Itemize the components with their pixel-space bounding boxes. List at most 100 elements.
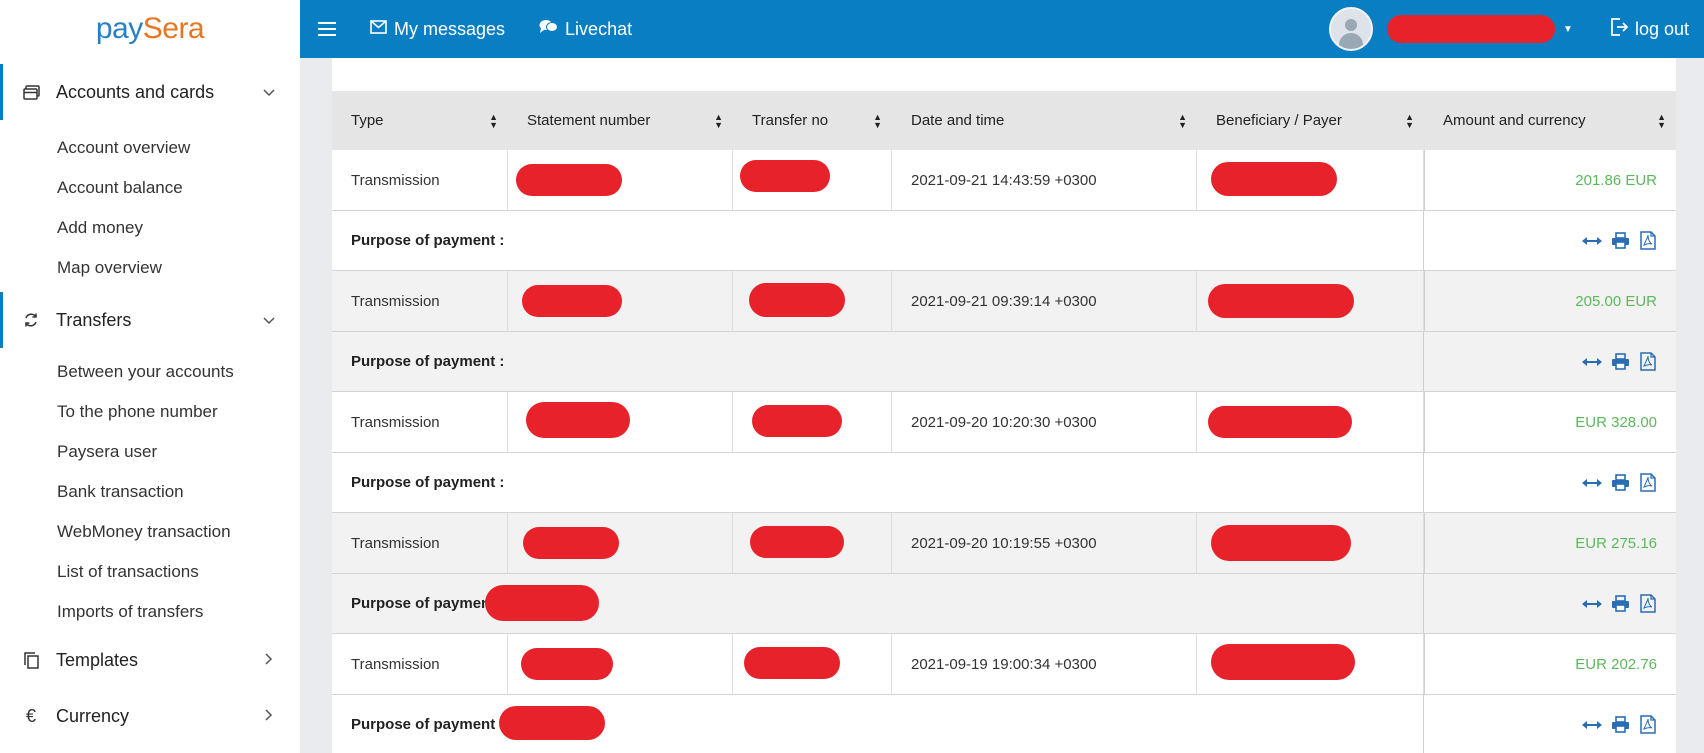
- my-messages-link[interactable]: My messages: [370, 19, 505, 40]
- sidebar-section-templates[interactable]: Templates: [0, 632, 300, 688]
- chevron-right-icon: [256, 652, 282, 668]
- sort-icon: ▲ ▼: [873, 111, 882, 130]
- expand-arrows-icon[interactable]: [1582, 715, 1602, 735]
- redaction: [1211, 525, 1351, 561]
- cards-icon: [22, 83, 40, 101]
- pdf-icon[interactable]: [1638, 473, 1658, 493]
- livechat-label: Livechat: [565, 18, 633, 39]
- column-header-type[interactable]: Type ▲ ▼: [332, 91, 508, 150]
- print-icon[interactable]: [1610, 231, 1630, 251]
- sidebar-item-account-overview[interactable]: Account overview: [0, 128, 300, 168]
- pdf-icon[interactable]: [1638, 715, 1658, 735]
- sidebar-item-imports-of-transfers[interactable]: Imports of transfers: [0, 592, 300, 632]
- chevron-down-icon: [256, 84, 282, 100]
- print-icon[interactable]: [1610, 715, 1630, 735]
- cell-amount: 205.00 EUR: [1424, 271, 1676, 331]
- livechat-link[interactable]: Livechat: [539, 19, 632, 40]
- transactions-table: Type ▲ ▼ Statement number ▲ ▼ Transfer no ▲ ▼ …: [332, 91, 1676, 753]
- sidebar-item-webmoney-transaction[interactable]: WebMoney transaction: [0, 512, 300, 552]
- logo-text-left: pay: [95, 12, 143, 45]
- purpose-row: Purpose of payment :: [332, 211, 1676, 271]
- print-icon[interactable]: [1610, 352, 1630, 372]
- cell-datetime: 2021-09-20 10:20:30 +0300: [892, 392, 1197, 452]
- purpose-row: Purpose of payment :: [332, 332, 1676, 392]
- paysera-logo[interactable]: pay Sera: [0, 0, 300, 58]
- hamburger-menu-icon[interactable]: [318, 22, 336, 36]
- username-redacted[interactable]: [1387, 15, 1556, 43]
- sidebar-item-between-your-accounts[interactable]: Between your accounts: [0, 352, 300, 392]
- column-header-date-and-time[interactable]: Date and time ▲ ▼: [892, 91, 1197, 150]
- sidebar-section-label: Accounts and cards: [56, 81, 215, 102]
- cell-amount: EUR 275.16: [1424, 513, 1676, 573]
- sidebar-section-currency[interactable]: € Currency: [0, 688, 300, 744]
- cell-transfer-no: [733, 150, 892, 210]
- caret-down-icon[interactable]: ▼: [1563, 24, 1573, 35]
- table-row[interactable]: Transmission 2021-09-20 10:19:55 +0300 E…: [332, 513, 1676, 574]
- cell-amount: EUR 328.00: [1424, 392, 1676, 452]
- column-header-transfer-no[interactable]: Transfer no ▲ ▼: [733, 91, 892, 150]
- euro-icon: €: [25, 705, 36, 726]
- table-row[interactable]: Transmission 2021-09-20 10:20:30 +0300 E…: [332, 392, 1676, 453]
- logout-link[interactable]: log out: [1611, 17, 1689, 41]
- cell-type: Transmission: [332, 271, 508, 331]
- sidebar-item-account-balance[interactable]: Account balance: [0, 168, 300, 208]
- user-avatar[interactable]: [1329, 7, 1374, 51]
- sidebar-item-bank-transaction[interactable]: Bank transaction: [0, 472, 300, 512]
- cell-beneficiary: [1197, 271, 1424, 331]
- purpose-label: Purpose of payment :: [351, 716, 505, 733]
- cell-datetime: 2021-09-21 09:39:14 +0300: [892, 271, 1197, 331]
- sidebar: pay Sera Accounts and cards Account overv…: [0, 0, 300, 753]
- table-row[interactable]: Transmission 2021-09-19 19:00:34 +0300 E…: [332, 634, 1676, 695]
- cell-type: Transmission: [332, 513, 508, 573]
- redaction: [499, 706, 605, 740]
- refresh-arrows-icon: [22, 311, 40, 329]
- cell-type: Transmission: [332, 392, 508, 452]
- cell-statement-number: [508, 634, 733, 694]
- print-icon[interactable]: [1610, 473, 1630, 493]
- cell-statement-number: [508, 513, 733, 573]
- table-row[interactable]: Transmission 2021-09-21 09:39:14 +0300 2…: [332, 271, 1676, 332]
- sidebar-item-add-money[interactable]: Add money: [0, 208, 300, 248]
- redaction: [750, 526, 844, 558]
- sort-icon: ▲ ▼: [714, 111, 723, 130]
- column-header-statement-number[interactable]: Statement number ▲ ▼: [508, 91, 733, 150]
- redaction: [522, 285, 622, 317]
- sort-icon: ▲ ▼: [1178, 111, 1187, 130]
- expand-arrows-icon[interactable]: [1582, 594, 1602, 614]
- sort-icon: ▲ ▼: [489, 111, 498, 130]
- pdf-icon[interactable]: [1638, 352, 1658, 372]
- logout-label: log out: [1634, 18, 1689, 39]
- sidebar-section-label: Templates: [56, 649, 139, 670]
- pdf-icon[interactable]: [1638, 594, 1658, 614]
- sidebar-section-accounts-and-cards[interactable]: Accounts and cards: [0, 64, 300, 120]
- my-messages-label: My messages: [394, 18, 506, 39]
- purpose-label: Purpose of payment :: [351, 232, 505, 249]
- logo-text-right: Sera: [142, 12, 205, 45]
- chevron-down-icon: [256, 312, 282, 328]
- expand-arrows-icon[interactable]: [1582, 352, 1602, 372]
- purpose-row: Purpose of payment :: [332, 695, 1676, 753]
- topbar: My messages Livechat ▼ log out: [300, 0, 1704, 58]
- redaction: [526, 402, 630, 438]
- expand-arrows-icon[interactable]: [1582, 473, 1602, 493]
- pdf-icon[interactable]: [1638, 231, 1658, 251]
- redaction: [521, 648, 613, 680]
- sidebar-item-paysera-user[interactable]: Paysera user: [0, 432, 300, 472]
- table-row[interactable]: Transmission 2021-09-21 14:43:59 +0300 2…: [332, 150, 1676, 211]
- cell-datetime: 2021-09-21 14:43:59 +0300: [892, 150, 1197, 210]
- cell-beneficiary: [1197, 150, 1424, 210]
- print-icon[interactable]: [1610, 594, 1630, 614]
- redaction: [1208, 406, 1352, 438]
- sidebar-section-transfers[interactable]: Transfers: [0, 292, 300, 348]
- sidebar-item-to-the-phone-number[interactable]: To the phone number: [0, 392, 300, 432]
- purpose-label: Purpose of payment: [351, 595, 496, 612]
- column-header-beneficiary-payer[interactable]: Beneficiary / Payer ▲ ▼: [1197, 91, 1424, 150]
- expand-arrows-icon[interactable]: [1582, 231, 1602, 251]
- sign-out-icon: [1611, 17, 1629, 41]
- sidebar-item-map-overview[interactable]: Map overview: [0, 248, 300, 288]
- cell-amount: 201.86 EUR: [1424, 150, 1676, 210]
- cell-beneficiary: [1197, 513, 1424, 573]
- column-header-amount-and-currency[interactable]: Amount and currency ▲ ▼: [1424, 91, 1676, 150]
- sidebar-item-list-of-transactions[interactable]: List of transactions: [0, 552, 300, 592]
- cell-transfer-no: [733, 271, 892, 331]
